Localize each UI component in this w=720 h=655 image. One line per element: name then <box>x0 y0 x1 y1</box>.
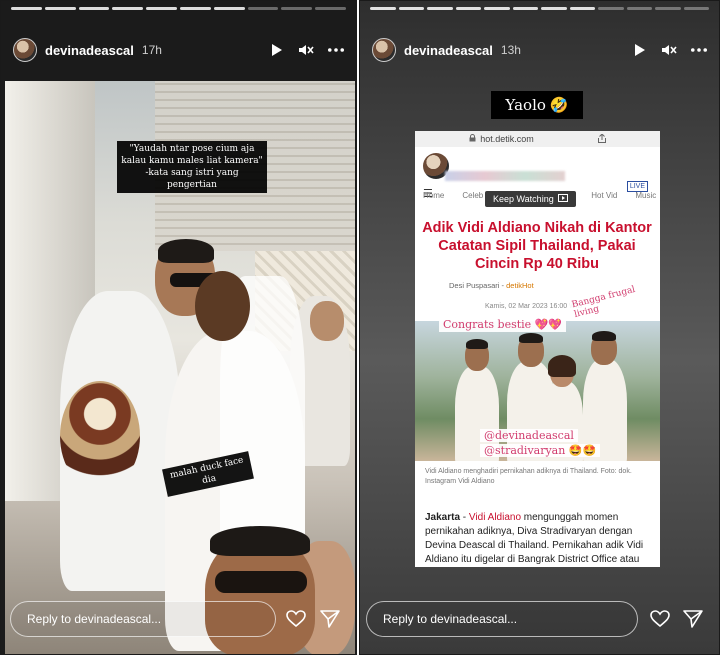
tab-home: Home <box>423 191 445 200</box>
story-controls <box>268 42 344 58</box>
article-dateline-city: Jakarta <box>425 512 461 523</box>
story-text-sticker: Yaolo 🤣 <box>491 91 583 119</box>
more-options-icon[interactable] <box>691 42 707 58</box>
story-progress-bar <box>370 7 709 10</box>
browser-url: hot.detik.com <box>480 134 534 144</box>
photo-selfie-sunglasses <box>215 571 307 593</box>
heart-icon[interactable] <box>285 608 307 630</box>
article-nav: ☰ LIVE <box>415 147 660 200</box>
progress-segment <box>213 7 245 10</box>
blurred-region <box>445 171 565 181</box>
reply-placeholder: Reply to devinadeascal... <box>27 612 162 626</box>
play-icon[interactable] <box>631 42 647 58</box>
article-source: detikHot <box>506 281 534 290</box>
more-options-icon[interactable] <box>328 42 344 58</box>
progress-segment <box>281 7 313 10</box>
mention-sticker-stradivaryan[interactable]: @stradivaryan 🤩🤩 <box>480 444 601 457</box>
progress-segment <box>370 7 396 10</box>
play-icon[interactable] <box>268 42 284 58</box>
tab-hot-vid: Hot Vid <box>591 191 618 200</box>
send-icon[interactable] <box>319 608 341 630</box>
article-author: Desi Puspasari <box>449 281 500 290</box>
story-caption-quote: "Yaudah ntar pose cium aja kalau kamu ma… <box>117 141 267 193</box>
photo-selfie-hair <box>210 526 310 556</box>
progress-segment <box>598 7 624 10</box>
progress-segment <box>112 7 144 10</box>
progress-segment <box>569 7 595 10</box>
keep-watching-label: Keep Watching <box>493 194 554 204</box>
story-header: devinadeascal 13h <box>372 37 707 63</box>
story-controls <box>631 42 707 58</box>
send-icon[interactable] <box>682 608 704 630</box>
progress-segment <box>427 7 453 10</box>
mute-icon[interactable] <box>661 42 677 58</box>
article-photo-caption: Vidi Aldiano menghadiri pernikahan adikn… <box>425 468 632 485</box>
photo-person-hair <box>548 355 576 377</box>
mention-sticker-devina[interactable]: @devinadeascal <box>480 429 578 442</box>
avatar[interactable] <box>372 38 396 62</box>
frugal-sticker: Bangga frugal living <box>567 278 660 322</box>
progress-segment <box>541 7 567 10</box>
progress-segment <box>626 7 652 10</box>
article-body: Jakarta - Vidi Aldiano mengunggah momen … <box>425 512 644 565</box>
story-left[interactable]: devinadeascal 17h "Yaudah ntar pose cium… <box>0 0 357 655</box>
progress-segment <box>655 7 681 10</box>
photo-guest-head <box>310 301 344 341</box>
tab-music: Music <box>635 191 657 200</box>
yaolo-text: Yaolo <box>505 96 546 114</box>
tab-celeb: Celeb <box>462 191 484 200</box>
story-timestamp: 13h <box>500 43 521 57</box>
photo-groom-hair <box>158 239 214 263</box>
progress-segment <box>78 7 110 10</box>
progress-segment <box>179 7 211 10</box>
progress-segment <box>11 7 42 10</box>
progress-segment <box>512 7 538 10</box>
reply-input[interactable]: Reply to devinadeascal... <box>10 601 276 637</box>
story-progress-bar <box>11 7 346 10</box>
stories-viewer: devinadeascal 17h "Yaudah ntar pose cium… <box>0 0 720 655</box>
browser-url-bar: hot.detik.com <box>415 131 660 147</box>
progress-segment <box>455 7 481 10</box>
congrats-sticker: Congrats bestie 💖💖 <box>439 317 567 332</box>
heart-icon[interactable] <box>649 608 671 630</box>
photo-person-hair <box>519 333 543 343</box>
mute-icon[interactable] <box>298 42 314 58</box>
article-byline: Desi Puspasari - detikHot <box>449 281 534 290</box>
avatar[interactable] <box>13 38 37 62</box>
video-icon <box>557 194 568 204</box>
progress-segment <box>398 7 424 10</box>
story-username[interactable]: devinadeascal <box>404 43 493 58</box>
story-timestamp: 17h <box>141 43 162 57</box>
reply-input[interactable]: Reply to devinadeascal... <box>366 601 638 637</box>
article-headline: Adik Vidi Aldiano Nikah di Kantor Catata… <box>422 220 652 272</box>
story-header: devinadeascal 17h <box>13 37 344 63</box>
laughing-emoji-icon: 🤣 <box>549 96 569 114</box>
photo-bouquet <box>60 381 140 491</box>
story-right[interactable]: devinadeascal 13h Yaolo 🤣 hot.detik.com … <box>359 0 720 655</box>
share-icon <box>597 132 606 145</box>
progress-segment <box>44 7 76 10</box>
progress-segment <box>146 7 177 10</box>
photo-bride-hair <box>195 271 250 341</box>
progress-segment <box>247 7 279 10</box>
photo-person-hair <box>592 331 616 341</box>
story-username[interactable]: devinadeascal <box>45 43 134 58</box>
article-screenshot: hot.detik.com ☰ LIVE Home Celeb Hot Vid … <box>415 131 660 567</box>
keep-watching-banner: Keep Watching <box>485 191 576 207</box>
progress-segment <box>315 7 346 10</box>
reply-placeholder: Reply to devinadeascal... <box>383 612 518 626</box>
lock-icon <box>469 134 476 144</box>
photo-person-hair <box>466 339 488 349</box>
progress-segment <box>484 7 510 10</box>
article-link-vidi: Vidi Aldiano <box>468 512 522 523</box>
progress-segment <box>683 7 709 10</box>
